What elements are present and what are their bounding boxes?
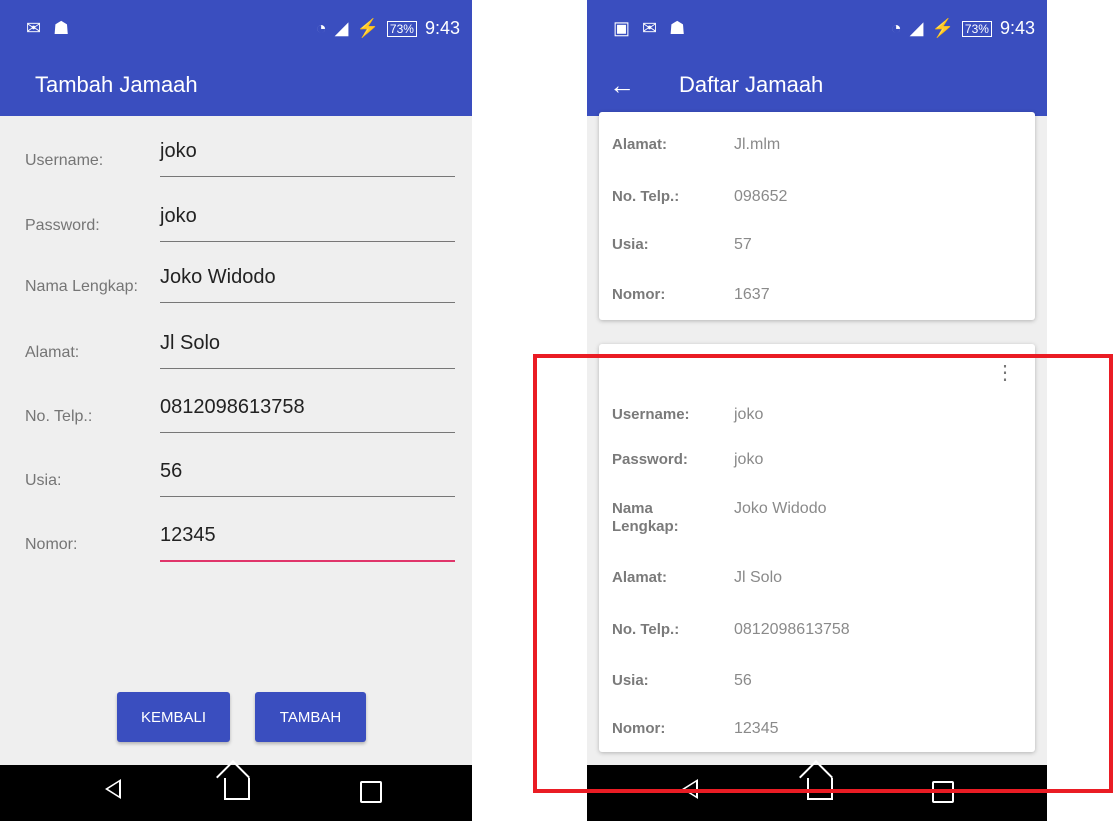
usia-input[interactable]: 56 xyxy=(160,460,182,483)
battery-icon: ⚡ xyxy=(356,18,379,38)
image-icon: ▣ xyxy=(613,18,631,38)
battery-level: 73% xyxy=(386,20,417,37)
android-icon: ☗ xyxy=(669,18,686,38)
page-title: Tambah Jamaah xyxy=(35,72,198,97)
username-input[interactable]: joko xyxy=(160,140,197,163)
field-label: No. Telp.: xyxy=(25,408,93,425)
app-bar: ← Daftar Jamaah xyxy=(587,58,1047,116)
nomor-row: Nomor: 12345 xyxy=(25,512,455,572)
page-title: Daftar Jamaah xyxy=(679,72,824,97)
message-icon: ✉ xyxy=(26,18,42,38)
tambah-jamaah-screen: ✉ ☗ ◔ ◢ ⚡ 73% 9:43 Tambah Jamaah Username… xyxy=(0,0,472,821)
android-icon: ☗ xyxy=(53,18,70,38)
jamaah-card: Alamat: Jl.mlm No. Telp.: 098652 Usia: 5… xyxy=(599,112,1035,320)
status-bar: ✉ ☗ ◔ ◢ ⚡ 73% 9:43 xyxy=(0,0,472,58)
no-telp-input[interactable]: 0812098613758 xyxy=(160,396,305,419)
field-label: Password: xyxy=(25,217,100,234)
nav-home-icon[interactable] xyxy=(224,778,250,800)
nama-lengkap-row: Nama Lengkap: Joko Widodo xyxy=(25,254,455,314)
battery-level: 73% xyxy=(961,20,992,37)
battery-icon: ⚡ xyxy=(931,18,954,38)
usia-row: Usia: 56 xyxy=(25,448,455,508)
wifi-icon: ◔ xyxy=(315,18,327,38)
nomor-input[interactable]: 12345 xyxy=(160,524,216,547)
field-label: Username: xyxy=(25,152,104,169)
status-bar: ▣ ✉ ☗ ◔ ◢ ⚡ 73% 9:43 xyxy=(587,0,1047,58)
alamat-input[interactable]: Jl Solo xyxy=(160,332,220,355)
back-arrow-icon[interactable]: ← xyxy=(609,70,635,101)
tambah-button[interactable]: TAMBAH xyxy=(255,692,366,742)
clock: 9:43 xyxy=(424,18,460,38)
field-label: Alamat: xyxy=(25,344,80,361)
clock: 9:43 xyxy=(999,18,1035,38)
nav-recent-icon[interactable] xyxy=(360,781,382,803)
signal-icon: ◢ xyxy=(334,18,349,38)
nav-back-icon[interactable] xyxy=(105,779,121,799)
kembali-button[interactable]: KEMBALI xyxy=(117,692,230,742)
username-row: Username: joko xyxy=(25,128,455,188)
field-label: Nama Lengkap: xyxy=(25,278,138,295)
no-telp-row: No. Telp.: 0812098613758 xyxy=(25,384,455,444)
nama-lengkap-input[interactable]: Joko Widodo xyxy=(160,266,276,289)
field-label: Usia: xyxy=(25,472,62,489)
message-icon: ✉ xyxy=(642,18,658,38)
wifi-icon: ◔ xyxy=(890,18,902,38)
alamat-row: Alamat: Jl Solo xyxy=(25,320,455,380)
app-bar: Tambah Jamaah xyxy=(0,58,472,116)
password-input[interactable]: joko xyxy=(160,205,197,228)
navigation-bar xyxy=(0,765,472,821)
highlight-box xyxy=(533,354,1113,793)
field-label: Nomor: xyxy=(25,536,78,553)
signal-icon: ◢ xyxy=(909,18,924,38)
password-row: Password: joko xyxy=(25,193,455,253)
